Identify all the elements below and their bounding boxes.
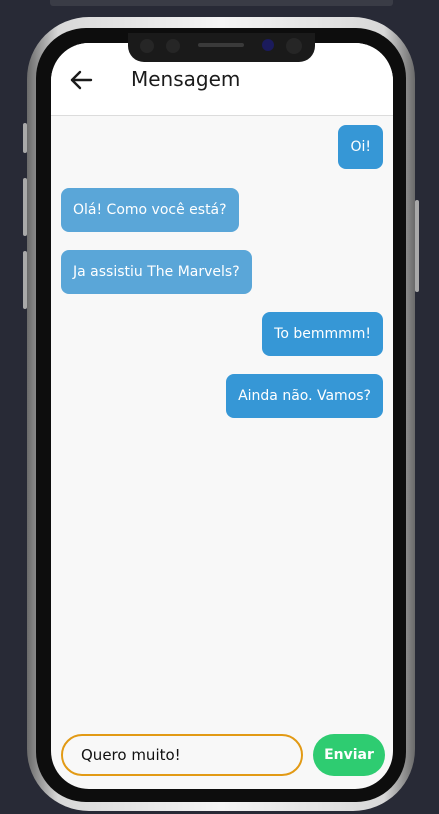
phone-notch [128,33,315,62]
phone-side-button-left-2 [23,178,27,236]
message-list: Oi! Olá! Como você está? Ja assistiu The… [51,116,393,716]
phone-side-button-left-1 [23,123,27,153]
speaker-icon [198,43,244,47]
message-bubble-sent: Ainda não. Vamos? [226,374,383,418]
message-bubble-sent: To bemmmm! [262,312,383,356]
message-bubble-received: Olá! Como você está? [61,188,239,232]
send-button[interactable]: Enviar [313,734,385,776]
sensor-icon [140,39,154,53]
window-top-bar [50,0,393,6]
phone-side-button-left-3 [23,251,27,309]
arrow-left-icon[interactable] [69,67,95,93]
phone-side-button-right [415,200,419,292]
camera-icon [262,39,274,51]
message-bubble-received: Ja assistiu The Marvels? [61,250,252,294]
sensor-icon [166,39,180,53]
sensor-icon [286,38,302,54]
composer-bar: Enviar [51,731,393,781]
message-input[interactable] [61,734,303,776]
page-title: Mensagem [131,67,241,91]
phone-screen: Mensagem Oi! Olá! Como você está? Ja ass… [51,43,393,789]
message-bubble-sent: Oi! [338,125,383,169]
